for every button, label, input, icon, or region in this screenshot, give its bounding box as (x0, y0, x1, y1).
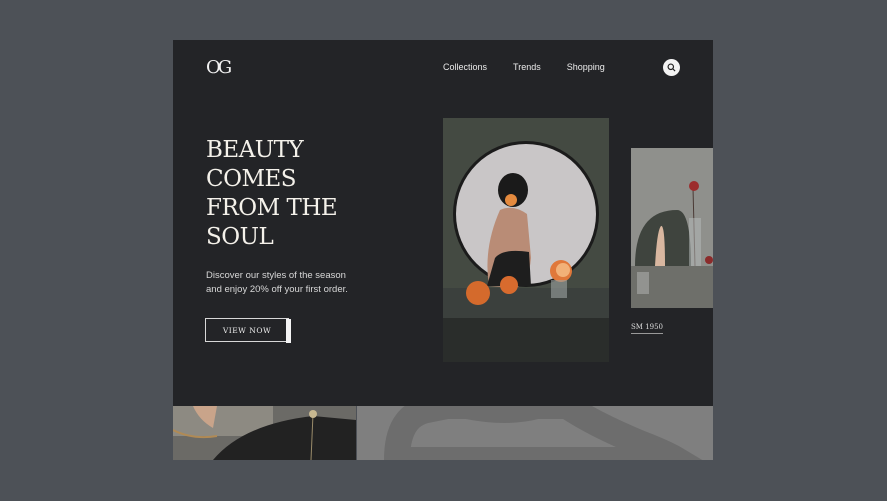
headline-line: COMES (206, 166, 297, 192)
button-accent (286, 319, 291, 343)
hero-card: OG Collections Trends Shopping BEAUTY CO… (173, 40, 713, 406)
headline-line: SOUL (206, 224, 274, 250)
search-icon (667, 63, 676, 72)
brand-logo[interactable]: OG (206, 57, 232, 78)
vase-still-life-illustration (631, 148, 713, 308)
nav-trends[interactable]: Trends (513, 62, 541, 72)
preview-illustration-left (173, 406, 356, 460)
search-button[interactable] (663, 59, 680, 76)
preview-photo-right (357, 406, 713, 460)
side-photo-caption[interactable]: SM 1950 (631, 323, 664, 334)
hero-headline: BEAUTY COMES FROM THE SOUL (206, 136, 366, 252)
preview-illustration-right (357, 406, 713, 460)
main-nav: Collections Trends Shopping (443, 62, 605, 72)
mirror-portrait-illustration (443, 118, 609, 362)
nav-collections[interactable]: Collections (443, 62, 487, 72)
subtitle-line: Discover our styles of the season (206, 270, 346, 281)
nav-shopping[interactable]: Shopping (567, 62, 605, 72)
preview-photo-left (173, 406, 356, 460)
headline-line: BEAUTY (206, 137, 304, 163)
hero-photo (443, 118, 609, 362)
subtitle-line: and enjoy 20% off your first order. (206, 284, 348, 295)
side-photo (631, 148, 713, 308)
headline-line: FROM THE (206, 195, 338, 221)
hero-subtitle: Discover our styles of the season and en… (206, 269, 376, 297)
view-now-button[interactable]: VIEW NOW (205, 318, 289, 342)
